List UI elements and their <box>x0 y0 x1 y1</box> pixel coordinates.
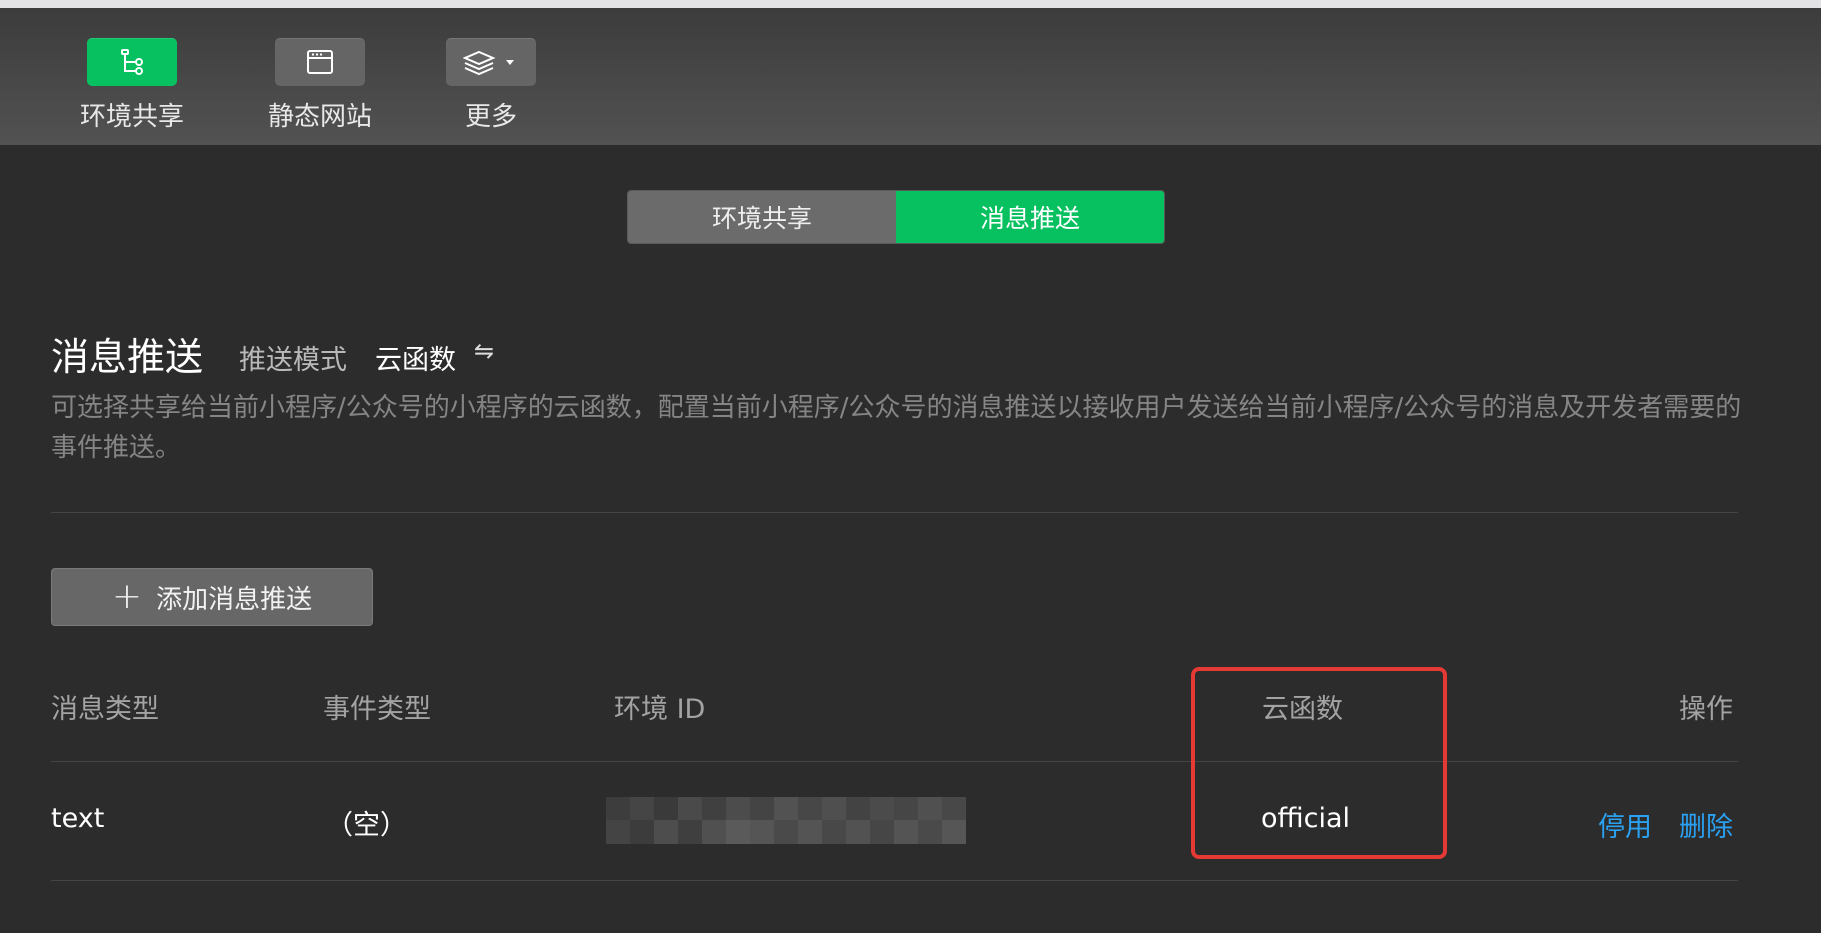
more-label: 更多 <box>464 102 517 132</box>
tab-message-push[interactable]: 消息推送 <box>896 191 1164 243</box>
plus-icon: + <box>111 576 143 617</box>
more-tool[interactable]: 更多 <box>446 38 536 133</box>
add-message-push-label: 添加消息推送 <box>156 584 313 615</box>
row-env-id-obscured <box>606 797 966 844</box>
section-divider <box>51 512 1738 513</box>
tab-env-share[interactable]: 环境共享 <box>628 191 896 243</box>
highlight-box <box>1191 667 1447 859</box>
section-description: 可选择共享给当前小程序/公众号的小程序的云函数，配置当前小程序/公众号的消息推送… <box>51 393 1742 463</box>
column-header-env-id: 环境 ID <box>614 694 706 725</box>
table-row-divider <box>51 880 1738 881</box>
tab-switcher: 环境共享 消息推送 <box>627 190 1165 244</box>
layers-icon[interactable] <box>446 38 536 86</box>
swap-icon[interactable]: ⇋ <box>474 337 494 365</box>
static-site-label: 静态网站 <box>268 102 373 132</box>
window-top-strip <box>0 0 1821 8</box>
env-share-label: 环境共享 <box>80 102 185 132</box>
static-site-tool[interactable]: 静态网站 <box>268 38 372 133</box>
push-mode-label: 推送模式 <box>239 345 347 376</box>
column-header-event-type: 事件类型 <box>323 694 431 725</box>
row-msg-type: text <box>51 803 105 834</box>
table-header-divider <box>51 761 1738 762</box>
column-header-actions: 操作 <box>1679 694 1733 725</box>
column-header-msg-type: 消息类型 <box>51 694 159 725</box>
add-message-push-button[interactable]: + 添加消息推送 <box>51 568 373 626</box>
tree-icon[interactable] <box>87 38 177 86</box>
page-title: 消息推送 <box>51 335 204 379</box>
disable-link[interactable]: 停用 <box>1598 805 1652 844</box>
row-event-type: （空） <box>326 810 407 841</box>
window-icon[interactable] <box>275 38 365 86</box>
push-mode-value: 云函数 <box>375 345 456 376</box>
env-share-tool[interactable]: 环境共享 <box>80 38 184 133</box>
delete-link[interactable]: 删除 <box>1679 805 1733 844</box>
toolbar: 环境共享 静态网站 更多 <box>0 8 1821 145</box>
